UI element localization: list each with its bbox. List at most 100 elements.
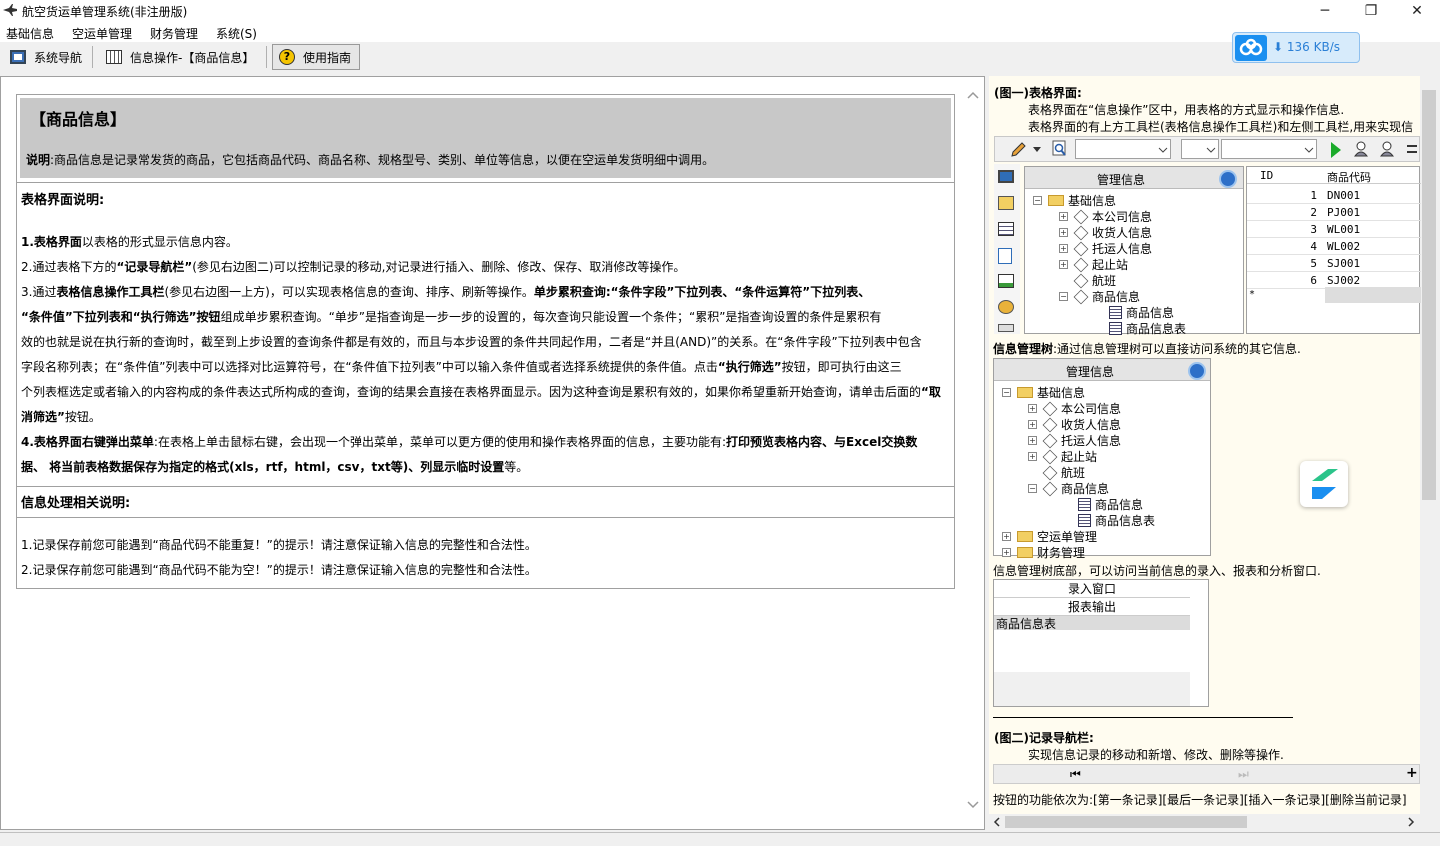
tree-node[interactable]: − 商品信息 bbox=[1059, 288, 1140, 305]
scroll-thumb[interactable] bbox=[1005, 816, 1247, 828]
tab-info-operation[interactable]: 信息操作-【商品信息】 bbox=[100, 44, 260, 70]
tree-node-waybill[interactable]: + 空运单管理 bbox=[1002, 528, 1097, 545]
tree-node-basic[interactable]: − 基础信息 bbox=[1033, 192, 1116, 209]
horizontal-scrollbar[interactable] bbox=[989, 814, 1420, 830]
new-row-cell[interactable] bbox=[1325, 287, 1421, 303]
document-icon[interactable] bbox=[998, 248, 1012, 264]
tree-node[interactable]: + 起止站 bbox=[1028, 448, 1097, 465]
collapse-toggle-icon[interactable]: − bbox=[1028, 484, 1037, 493]
folder-icon bbox=[1048, 195, 1064, 206]
expand-toggle-icon[interactable]: + bbox=[1002, 548, 1011, 557]
collapse-toggle-icon[interactable]: − bbox=[1059, 292, 1068, 301]
tree-label: 财务管理 bbox=[1037, 546, 1086, 560]
edit-pencil-icon[interactable] bbox=[1009, 141, 1029, 159]
floating-app-icon[interactable] bbox=[1300, 461, 1348, 507]
tree-node[interactable]: 航班 bbox=[1073, 272, 1116, 289]
tree-node[interactable]: 商品信息 bbox=[1078, 496, 1143, 513]
table-row[interactable]: 3 WL001 bbox=[1247, 221, 1421, 238]
table-row[interactable]: 5 SJ001 bbox=[1247, 255, 1421, 272]
close-button[interactable]: ✕ bbox=[1394, 0, 1440, 22]
tree-node[interactable]: 航班 bbox=[1042, 464, 1085, 481]
print-icon[interactable] bbox=[998, 324, 1014, 332]
tree-node[interactable]: 商品信息 bbox=[1109, 304, 1174, 321]
expand-toggle-icon[interactable]: + bbox=[1059, 212, 1068, 221]
tree-node[interactable]: − 商品信息 bbox=[1028, 480, 1109, 497]
dropdown-arrow-icon[interactable] bbox=[1033, 145, 1041, 153]
table-row[interactable]: 2 PJ001 bbox=[1247, 204, 1421, 221]
maximize-button[interactable]: ❐ bbox=[1348, 0, 1394, 22]
scroll-up-icon[interactable] bbox=[966, 90, 980, 100]
tree-node[interactable]: 商品信息表 bbox=[1109, 320, 1186, 337]
report-icon bbox=[1078, 514, 1091, 527]
tree-label: 托运人信息 bbox=[1092, 242, 1153, 256]
scroll-left-icon[interactable] bbox=[992, 817, 1002, 827]
panel-list-item-selected[interactable]: 商品信息表 bbox=[994, 616, 1190, 631]
expand-toggle-icon[interactable]: + bbox=[1028, 404, 1037, 413]
item-3-line2: “条件值”下拉列表和“执行筛选”按钮组成单步累积查询。“单步”是指查询是一步一步… bbox=[21, 305, 951, 330]
collapse-toggle-icon[interactable]: − bbox=[1002, 388, 1011, 397]
run-filter-icon[interactable] bbox=[1329, 141, 1343, 159]
form-icon bbox=[1109, 306, 1122, 319]
search-icon[interactable] bbox=[1051, 140, 1069, 158]
collapse-toggle-icon[interactable]: − bbox=[1033, 196, 1042, 205]
vertical-scrollbar[interactable] bbox=[964, 88, 982, 820]
expand-toggle-icon[interactable]: + bbox=[1059, 244, 1068, 253]
condition-operator-select[interactable] bbox=[1181, 139, 1219, 159]
refresh-icon[interactable] bbox=[1405, 140, 1419, 158]
tree-icon[interactable] bbox=[998, 196, 1014, 210]
first-record-button[interactable]: ⏮ bbox=[1070, 767, 1081, 782]
tree-node[interactable]: + 托运人信息 bbox=[1059, 240, 1152, 257]
list-icon[interactable] bbox=[998, 222, 1014, 236]
last-record-button[interactable]: ⏭ bbox=[1238, 767, 1249, 782]
insert-record-button[interactable]: + bbox=[1406, 765, 1418, 781]
minimize-button[interactable]: ─ bbox=[1302, 0, 1348, 22]
tree-node[interactable]: + 本公司信息 bbox=[1028, 400, 1121, 417]
item-3-line5-a: 个列表框选定或者输入的内容构成的条件表达式所构成的查询，查询的结果会直接在表格界… bbox=[21, 385, 922, 399]
chart-icon[interactable] bbox=[998, 274, 1014, 288]
scroll-down-icon[interactable] bbox=[966, 800, 980, 810]
collapse-icon[interactable] bbox=[1188, 362, 1206, 380]
collapse-icon[interactable] bbox=[1219, 170, 1237, 188]
tree-node[interactable]: + 收货人信息 bbox=[1028, 416, 1121, 433]
tree-node[interactable]: + 收货人信息 bbox=[1059, 224, 1152, 241]
menu-waybill[interactable]: 空运单管理 bbox=[72, 25, 132, 42]
scroll-right-icon[interactable] bbox=[1406, 817, 1416, 827]
entry-window-button[interactable]: 录入窗口 bbox=[994, 580, 1190, 598]
expand-toggle-icon[interactable]: + bbox=[1002, 532, 1011, 541]
cube-icon bbox=[1073, 209, 1089, 224]
table-row[interactable]: 1 DN001 bbox=[1247, 187, 1421, 204]
filter-user-icon[interactable] bbox=[1353, 140, 1371, 158]
tree-node[interactable]: + 本公司信息 bbox=[1059, 208, 1152, 225]
scroll-thumb[interactable] bbox=[1422, 90, 1436, 500]
menu-system[interactable]: 系统(S) bbox=[216, 25, 257, 42]
monitor-icon[interactable] bbox=[998, 170, 1014, 183]
settings-icon[interactable] bbox=[998, 300, 1014, 314]
expand-toggle-icon[interactable]: + bbox=[1028, 420, 1037, 429]
tree-node-finance[interactable]: + 财务管理 bbox=[1002, 544, 1085, 561]
grid-header-id: ID bbox=[1260, 169, 1274, 182]
expand-toggle-icon[interactable]: + bbox=[1028, 452, 1037, 461]
tree-node-basic[interactable]: − 基础信息 bbox=[1002, 384, 1085, 401]
menu-finance[interactable]: 财务管理 bbox=[150, 25, 198, 42]
cancel-filter-icon[interactable] bbox=[1379, 140, 1397, 158]
grid-cell-id: 1 bbox=[1310, 189, 1317, 202]
item-2-b: “记录导航栏” bbox=[116, 260, 193, 274]
expand-toggle-icon[interactable]: + bbox=[1059, 228, 1068, 237]
table-row[interactable]: 4 WL002 bbox=[1247, 238, 1421, 255]
condition-value-select[interactable] bbox=[1221, 139, 1317, 159]
fig2-line: 实现信息记录的移动和新增、修改、删除等操作. bbox=[1028, 748, 1284, 762]
tree-node[interactable]: + 起止站 bbox=[1059, 256, 1128, 273]
tree-node[interactable]: 商品信息表 bbox=[1078, 512, 1155, 529]
record-navigator: ⏮ ⏭ + bbox=[993, 764, 1420, 784]
tree-node[interactable]: + 托运人信息 bbox=[1028, 432, 1121, 449]
tab-user-guide[interactable]: ? 使用指南 bbox=[272, 44, 360, 70]
right-vertical-scrollbar[interactable] bbox=[1420, 76, 1438, 830]
condition-field-select[interactable] bbox=[1075, 139, 1171, 159]
network-speed-widget[interactable]: ⬇ 136 KB/s bbox=[1232, 32, 1360, 63]
expand-toggle-icon[interactable]: + bbox=[1059, 260, 1068, 269]
report-output-button[interactable]: 报表输出 bbox=[994, 598, 1190, 616]
tab-system-nav[interactable]: 系统导航 bbox=[4, 44, 88, 70]
expand-toggle-icon[interactable]: + bbox=[1028, 436, 1037, 445]
chevron-down-icon bbox=[1158, 147, 1168, 153]
menu-basic-info[interactable]: 基础信息 bbox=[6, 25, 54, 42]
